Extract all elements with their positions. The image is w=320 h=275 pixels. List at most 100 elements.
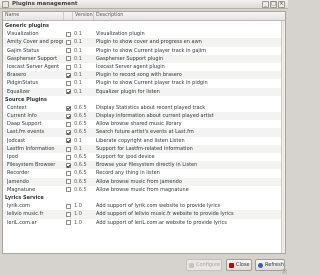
plugin-row[interactable]: Filesystem Browser 0.6.5 Browse your files… xyxy=(3,161,285,170)
plugin-name: Icecast Server Agent xyxy=(7,63,60,70)
plugin-enabled-checkbox[interactable] xyxy=(66,89,71,95)
group-label: Source Plugins xyxy=(5,96,47,103)
plugin-row[interactable]: Gajim Status 0.1 Plugin to show Current pl… xyxy=(3,47,285,55)
plugin-enabled-checkbox[interactable] xyxy=(66,212,71,217)
column-enabled-header[interactable] xyxy=(64,12,73,20)
plugin-enabled-checkbox[interactable] xyxy=(66,187,71,193)
plugin-enabled-checkbox[interactable] xyxy=(66,81,71,86)
plugin-name: Filesystem Browser xyxy=(7,162,56,169)
plugin-name: Jamendo xyxy=(7,178,29,185)
plugin-version: 0.1 xyxy=(74,63,82,70)
plugin-row[interactable]: Current Info 0.6.5 Display information abo… xyxy=(3,112,285,121)
window-title: Plugins management xyxy=(12,1,78,7)
plugin-name: Gaspherser Support xyxy=(7,55,58,62)
plugin-enabled-checkbox[interactable] xyxy=(66,64,71,70)
plugin-row[interactable]: Brasero 0.1 Plugin to record song with bra… xyxy=(3,71,285,80)
plugin-version: 0.1 xyxy=(74,145,82,152)
plugin-version: 0.6.5 xyxy=(74,170,87,177)
refresh-label: Refresh xyxy=(265,262,284,268)
plugin-row[interactable]: leriL.com.ar 1.0 Add support of leriL.com.… xyxy=(3,219,285,227)
plugin-version: 0.6.5 xyxy=(74,154,87,160)
plugin-version: 1.0 xyxy=(74,219,82,226)
close-icon xyxy=(229,262,234,268)
plugin-enabled-checkbox[interactable] xyxy=(66,171,71,177)
plugin-row[interactable]: Magnatune 0.6.5 Allow browse music from ma… xyxy=(3,186,285,194)
plugin-row[interactable]: Icecast Server Agent 0.1 Icecast Server ag… xyxy=(3,63,285,71)
plugin-enabled-checkbox[interactable] xyxy=(66,113,71,119)
plugin-row[interactable]: Jamendo 0.6.5 Allow browse music from jame… xyxy=(3,177,285,186)
resize-grip[interactable] xyxy=(282,269,287,274)
plugin-row[interactable]: Last.fm events 0.6.5 Search future artist'… xyxy=(3,128,285,137)
plugin-version: 0.1 xyxy=(74,47,82,54)
plugin-row[interactable]: Recorder 0.6.5 Record any thing in listen xyxy=(3,169,285,177)
plugin-enabled-checkbox[interactable] xyxy=(66,154,71,160)
plugin-version: 0.6.5 xyxy=(74,129,87,136)
plugin-row[interactable]: Jodcast 0.1 Liberate copyright and listen … xyxy=(3,137,285,145)
plugin-enabled-checkbox[interactable] xyxy=(66,179,71,185)
plugin-row[interactable]: PidginStatus 0.1 Plugin to show Current pl… xyxy=(3,79,285,87)
column-version-header[interactable]: Version xyxy=(73,12,94,20)
plugin-enabled-checkbox[interactable] xyxy=(66,31,71,37)
plugin-name: Current Info xyxy=(7,113,37,120)
plugin-row[interactable]: lelivio music.fr 1.0 Add support of lelivi… xyxy=(3,210,285,219)
plugin-enabled-checkbox[interactable] xyxy=(66,138,71,144)
plugin-enabled-checkbox[interactable] xyxy=(66,72,71,78)
plugin-description: Plugin to show Current player track in g… xyxy=(96,47,207,54)
group-header[interactable]: Generic plugins xyxy=(3,22,285,30)
refresh-button[interactable]: Refresh xyxy=(255,259,285,271)
plugin-enabled-checkbox[interactable] xyxy=(66,48,71,54)
plugin-version: 0.6.5 xyxy=(74,104,87,111)
plugin-row[interactable]: Lastfm Information 0.1 Support for Lastfm-… xyxy=(3,144,285,153)
plugin-enabled-checkbox[interactable] xyxy=(66,162,71,168)
column-description-header[interactable]: Description xyxy=(94,12,281,20)
configure-button: Configure xyxy=(186,259,222,271)
plugin-enabled-checkbox[interactable] xyxy=(66,121,71,127)
plugin-row[interactable]: Equalizer 0.1 Equalizer plugin for listen xyxy=(3,87,285,96)
plugins-list[interactable]: Name Version Description Generic plugins… xyxy=(2,11,286,254)
maximize-button[interactable]: □ xyxy=(270,1,277,8)
close-label: Close xyxy=(236,262,250,268)
close-window-button[interactable]: × xyxy=(278,1,285,8)
group-header[interactable]: Lyrics Service xyxy=(3,194,285,202)
plugin-row[interactable]: Context 0.6.5 Display Statistics about rec… xyxy=(3,104,285,112)
plugin-name: Jodcast xyxy=(7,137,26,144)
plugin-name: Ipod xyxy=(7,154,18,160)
plugin-name: lyrik.com xyxy=(7,203,30,210)
group-label: Lyrics Service xyxy=(5,194,44,201)
plugin-name: Magnatune xyxy=(7,186,36,193)
plugin-description: Visualization plugin xyxy=(96,31,145,38)
plugin-row[interactable]: Amity Cover and progress 0.1 Plugin to sho… xyxy=(3,38,285,47)
minimize-button[interactable]: _ xyxy=(262,1,269,8)
plugin-name: Amity Cover and progress xyxy=(7,39,63,46)
plugin-description: Add support of leriL.com.ar website to p… xyxy=(96,219,227,226)
plugin-enabled-checkbox[interactable] xyxy=(66,203,71,209)
column-name-header[interactable]: Name xyxy=(3,12,64,20)
plugin-version: 0.1 xyxy=(74,39,82,46)
plugin-row[interactable]: lyrik.com 1.0 Add support of lyrik.com web… xyxy=(3,202,285,210)
plugin-description: Record any thing in listen xyxy=(96,170,160,177)
group-header[interactable]: Source Plugins xyxy=(3,96,285,104)
vertical-scrollbar[interactable] xyxy=(281,21,285,253)
plugin-description: Support for ipod device xyxy=(96,154,155,160)
title-bar[interactable]: Plugins management _ □ × xyxy=(0,0,288,9)
plugin-enabled-checkbox[interactable] xyxy=(66,105,71,111)
plugin-description: Equalizer plugin for listen xyxy=(96,88,160,95)
plugin-description: Support for Lastfm-related information xyxy=(96,145,193,152)
plugin-row[interactable]: Visualization 0.1 Visualization plugin xyxy=(3,30,285,38)
plugin-enabled-checkbox[interactable] xyxy=(66,146,71,152)
plugin-description: Allow browse shared music library xyxy=(96,121,182,128)
plugin-row[interactable]: Daap Support 0.6.5 Allow browse shared mus… xyxy=(3,120,285,128)
close-button[interactable]: Close xyxy=(226,259,252,271)
plugin-enabled-checkbox[interactable] xyxy=(66,220,71,226)
plugin-enabled-checkbox[interactable] xyxy=(66,40,71,46)
plugin-enabled-checkbox[interactable] xyxy=(66,56,71,62)
plugin-enabled-checkbox[interactable] xyxy=(66,130,71,136)
plugin-name: Visualization xyxy=(7,31,39,38)
plugin-rows: Generic plugins Visualization 0.1 Visualiza… xyxy=(3,22,285,227)
plugin-name: Lastfm Information xyxy=(7,145,55,152)
plugin-description: Plugin to show Current player track in p… xyxy=(96,80,208,87)
plugin-description: Icecast Server agent plugin xyxy=(96,63,165,70)
plugin-row[interactable]: Ipod 0.6.5 Support for ipod device xyxy=(3,153,285,161)
plugin-row[interactable]: Gaspherser Support 0.1 Gaspherser Support … xyxy=(3,54,285,63)
plugin-version: 0.6.5 xyxy=(74,178,87,185)
